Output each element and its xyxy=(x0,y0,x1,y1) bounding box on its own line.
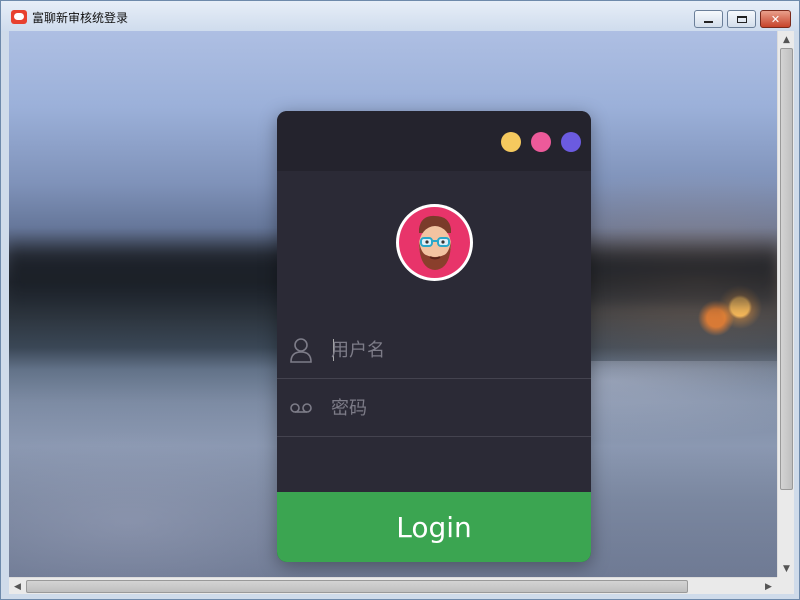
vertical-scrollbar[interactable]: ▲ ▼ xyxy=(777,31,794,577)
avatar[interactable] xyxy=(396,204,473,281)
password-field xyxy=(277,379,591,437)
vertical-scroll-thumb[interactable] xyxy=(780,48,793,490)
voicemail-icon xyxy=(289,395,313,421)
title-bar[interactable]: 富聊新审核统登录 ✕ xyxy=(1,1,799,31)
login-card: Login xyxy=(277,111,591,562)
username-input[interactable] xyxy=(331,335,571,365)
minimize-button[interactable] xyxy=(694,10,723,28)
window-title: 富聊新审核统登录 xyxy=(32,11,129,25)
purple-dot[interactable] xyxy=(561,132,581,152)
pink-dot[interactable] xyxy=(531,132,551,152)
username-field xyxy=(277,321,591,379)
minimize-icon xyxy=(704,21,713,23)
scroll-up-icon[interactable]: ▲ xyxy=(778,31,795,48)
background-photo: Login xyxy=(9,31,777,577)
yellow-dot[interactable] xyxy=(501,132,521,152)
scroll-down-icon[interactable]: ▼ xyxy=(778,560,795,577)
app-chat-icon xyxy=(11,10,27,24)
maximize-icon xyxy=(736,15,747,23)
scroll-left-icon[interactable]: ◀ xyxy=(9,578,26,595)
scroll-right-icon[interactable]: ▶ xyxy=(760,578,777,595)
bearded-man-avatar-icon xyxy=(399,207,470,278)
app-window: 富聊新审核统登录 ✕ 用户名 Login ▲ ▼ ◀ ▶ xyxy=(0,0,800,600)
user-icon xyxy=(289,337,313,363)
horizontal-scrollbar[interactable]: ◀ ▶ xyxy=(9,577,777,594)
horizontal-scroll-thumb[interactable] xyxy=(26,580,688,593)
maximize-button[interactable] xyxy=(727,10,756,28)
scroll-corner xyxy=(777,577,794,594)
card-header xyxy=(277,111,591,171)
close-button[interactable]: ✕ xyxy=(760,10,791,28)
login-button[interactable]: Login xyxy=(277,492,591,562)
password-input[interactable] xyxy=(331,393,571,423)
